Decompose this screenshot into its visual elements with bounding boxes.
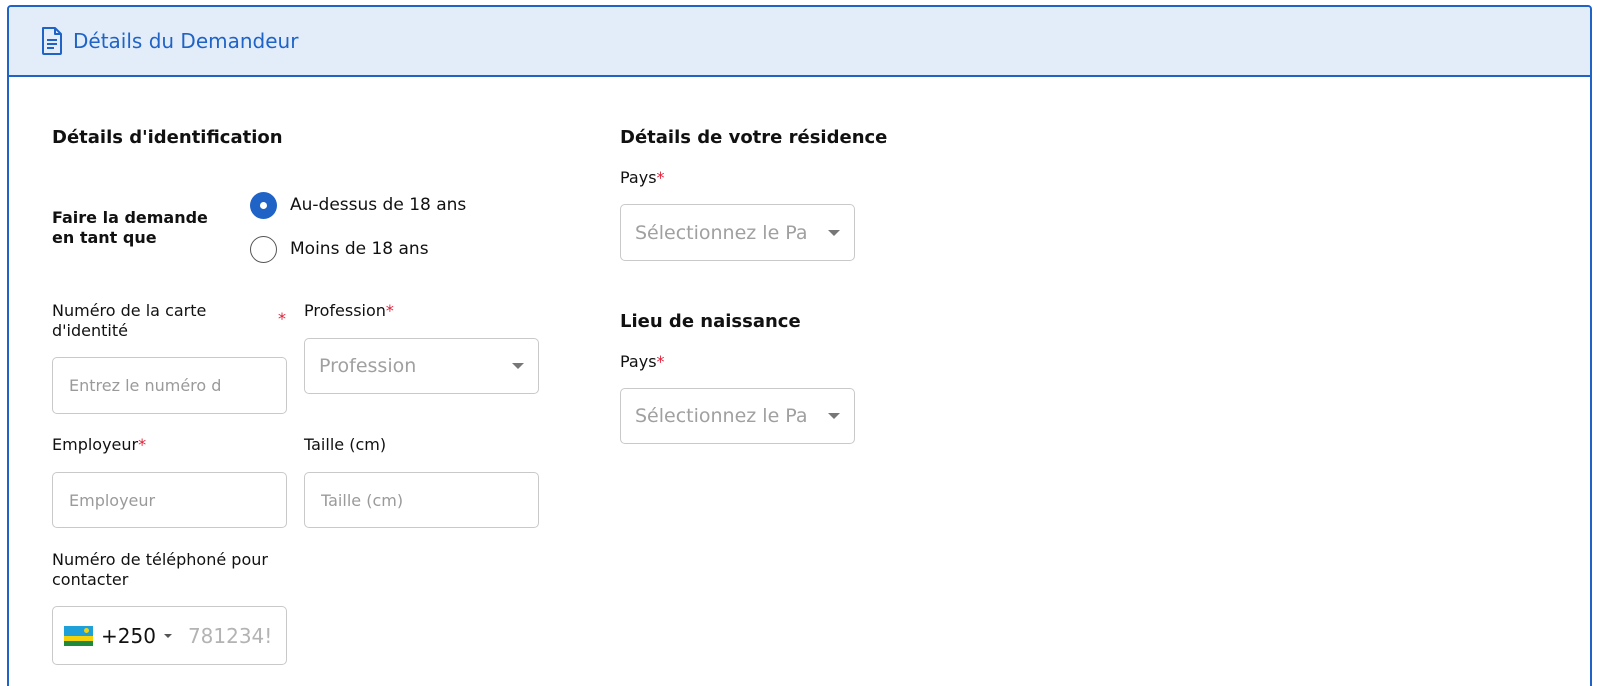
identification-section-title: Détails d'identification [52,127,283,148]
employer-label: Employeur* [52,435,147,454]
apply-as-label-line1: Faire la demande [52,208,208,227]
birthplace-country-select[interactable]: Sélectionnez le Pa [620,388,855,444]
id-card-label-line1: Numéro de la carte [52,301,207,320]
radio-under-18-label: Moins de 18 ans [290,239,429,259]
radio-under-18[interactable] [250,236,277,263]
height-input[interactable] [304,472,539,528]
id-card-label-line2: d'identité [52,321,128,340]
residence-country-select[interactable]: Sélectionnez le Pa [620,204,855,261]
chevron-down-icon [512,363,524,369]
birthplace-country-label: Pays* [620,352,665,371]
residence-section-title: Détails de votre résidence [620,127,888,148]
radio-over-18[interactable] [250,192,277,219]
document-icon [42,27,62,55]
birthplace-required-mark: * [656,352,665,371]
profession-select[interactable]: Profession [304,338,539,394]
applicant-details-panel: Détails du Demandeur [7,5,1592,686]
dial-code: +250 [101,623,156,648]
profession-placeholder: Profession [319,355,417,377]
birthplace-section-title: Lieu de naissance [620,311,801,332]
panel-title: Détails du Demandeur [73,29,299,53]
profession-required-mark: * [385,301,394,320]
phone-input[interactable]: +250 781234! [52,606,287,665]
employer-required-mark: * [138,435,147,454]
apply-as-label-line2: en tant que [52,228,157,247]
id-card-required-mark: * [278,309,286,328]
id-card-input[interactable] [52,357,287,414]
phone-placeholder: 781234! [187,623,273,648]
employer-input[interactable] [52,472,287,528]
phone-label-line1: Numéro de téléphoné pour [52,550,268,569]
phone-label-line2: contacter [52,570,129,589]
chevron-down-icon [828,413,840,419]
chevron-down-icon [828,229,840,236]
residence-country-placeholder: Sélectionnez le Pa [635,221,808,244]
rwanda-flag-icon [64,625,93,646]
panel-header: Détails du Demandeur [9,7,1590,77]
residence-required-mark: * [656,168,665,187]
birthplace-country-placeholder: Sélectionnez le Pa [635,405,808,427]
height-label: Taille (cm) [304,435,387,454]
dial-code-dropdown-icon[interactable] [163,633,172,638]
radio-over-18-label: Au-dessus de 18 ans [290,195,467,215]
profession-label: Profession* [304,301,394,320]
residence-country-label: Pays* [620,168,665,187]
